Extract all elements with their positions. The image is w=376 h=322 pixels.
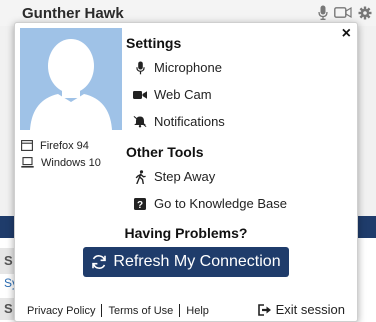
knowledge-base-label: Go to Knowledge Base <box>154 196 287 211</box>
avatar <box>20 28 122 130</box>
exit-session-label: Exit session <box>275 302 345 317</box>
bell-icon <box>133 115 147 129</box>
browser-info: Firefox 94 <box>21 137 101 154</box>
notifications-setting[interactable]: Notifications <box>133 114 225 129</box>
webcam-label: Web Cam <box>154 87 212 102</box>
terms-of-use-link[interactable]: Terms of Use <box>108 305 173 317</box>
step-away-button[interactable]: Step Away <box>133 169 215 184</box>
footer-links: Privacy Policy Terms of Use Help <box>27 304 209 317</box>
os-info: Windows 10 <box>21 154 101 171</box>
system-info: Firefox 94 Windows 10 <box>21 137 101 171</box>
question-icon: ? <box>133 197 147 211</box>
sign-out-icon <box>257 303 271 316</box>
walking-person-icon <box>133 169 147 184</box>
video-camera-icon <box>133 88 147 102</box>
privacy-policy-link[interactable]: Privacy Policy <box>27 305 95 317</box>
close-button[interactable]: × <box>342 25 351 43</box>
user-silhouette-icon <box>30 39 112 130</box>
user-name: Gunther Hawk <box>22 5 124 22</box>
settings-popup: × Firefox 94 Windows 10 Settings Microph… <box>14 22 358 322</box>
browser-label: Firefox 94 <box>40 139 89 152</box>
webcam-setting[interactable]: Web Cam <box>133 87 212 102</box>
other-tools-heading: Other Tools <box>126 144 204 160</box>
microphone-icon[interactable] <box>318 5 328 20</box>
refresh-label: Refresh My Connection <box>113 253 281 270</box>
header-icons <box>318 5 372 20</box>
exit-session-button[interactable]: Exit session <box>257 302 345 317</box>
knowledge-base-link[interactable]: ? Go to Knowledge Base <box>133 196 287 211</box>
divider <box>179 304 181 317</box>
step-away-label: Step Away <box>154 169 216 184</box>
microphone-icon <box>133 61 147 75</box>
settings-heading: Settings <box>126 35 182 51</box>
problems-heading: Having Problems? <box>124 225 248 241</box>
refresh-connection-button[interactable]: Refresh My Connection <box>83 247 289 277</box>
microphone-setting[interactable]: Microphone <box>133 60 222 75</box>
os-label: Windows 10 <box>41 156 101 169</box>
laptop-icon <box>21 157 34 168</box>
notifications-label: Notifications <box>154 114 225 129</box>
video-camera-icon[interactable] <box>334 6 352 19</box>
divider <box>101 304 103 317</box>
list-item[interactable]: S <box>0 248 14 274</box>
list-item[interactable]: S <box>0 298 14 320</box>
svg-text:?: ? <box>137 199 143 209</box>
gear-icon[interactable] <box>358 6 372 20</box>
help-link[interactable]: Help <box>186 305 209 317</box>
refresh-icon <box>92 255 107 269</box>
browser-window-icon <box>21 140 33 151</box>
microphone-label: Microphone <box>154 60 222 75</box>
